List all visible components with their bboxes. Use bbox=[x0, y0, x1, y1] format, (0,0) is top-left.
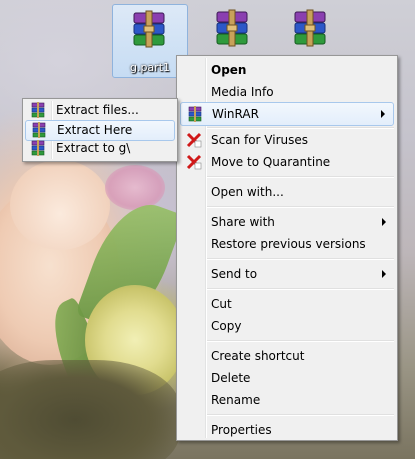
menu-item-label: Rename bbox=[211, 393, 261, 407]
menu-item-create-shortcut[interactable]: Create shortcut bbox=[180, 345, 394, 367]
menu-item-move-to-quarantine[interactable]: Move to Quarantine bbox=[180, 151, 394, 173]
menu-item-label: Open with... bbox=[211, 185, 284, 199]
winrar-extract-icon bbox=[31, 140, 45, 156]
menu-item-restore-previous-versions[interactable]: Restore previous versions bbox=[180, 233, 394, 255]
winrar-archive-icon bbox=[133, 10, 165, 48]
menu-item-label: Scan for Viruses bbox=[211, 133, 309, 147]
menu-item-winrar[interactable]: WinRAR bbox=[180, 102, 394, 126]
submenu-item-label: Extract files... bbox=[56, 103, 139, 117]
winrar-extract-icon bbox=[31, 102, 45, 118]
context-menu: Open Media Info WinRAR Scan for Viruses … bbox=[176, 55, 398, 441]
submenu-arrow-icon bbox=[381, 110, 385, 118]
menu-item-copy[interactable]: Copy bbox=[180, 315, 394, 337]
menu-item-open[interactable]: Open bbox=[180, 59, 394, 81]
submenu-item-extract-to[interactable]: Extract to g\ bbox=[25, 139, 175, 158]
menu-item-label: Open bbox=[211, 63, 247, 77]
menu-item-scan-for-viruses[interactable]: Scan for Viruses bbox=[180, 129, 394, 151]
menu-separator bbox=[207, 288, 394, 290]
pink-flower bbox=[105, 165, 165, 210]
antivirus-icon bbox=[186, 132, 202, 148]
submenu-arrow-icon bbox=[382, 270, 386, 278]
winrar-submenu: Extract files... Extract Here Extract to… bbox=[22, 98, 178, 162]
submenu-item-extract-files[interactable]: Extract files... bbox=[25, 101, 175, 120]
menu-item-delete[interactable]: Delete bbox=[180, 367, 394, 389]
menu-separator bbox=[207, 340, 394, 342]
foliage bbox=[0, 360, 180, 459]
menu-separator bbox=[207, 258, 394, 260]
submenu-item-extract-here[interactable]: Extract Here bbox=[25, 120, 175, 141]
menu-item-label: Delete bbox=[211, 371, 251, 385]
menu-item-send-to[interactable]: Send to bbox=[180, 263, 394, 285]
menu-item-label: Cut bbox=[211, 297, 232, 311]
submenu-arrow-icon bbox=[382, 218, 386, 226]
menu-item-label: Properties bbox=[211, 423, 272, 437]
winrar-archive-icon bbox=[294, 9, 326, 47]
menu-item-media-info[interactable]: Media Info bbox=[180, 81, 394, 103]
menu-item-properties[interactable]: Properties bbox=[180, 419, 394, 441]
menu-item-label: Create shortcut bbox=[211, 349, 305, 363]
menu-item-label: Copy bbox=[211, 319, 242, 333]
winrar-icon bbox=[188, 106, 202, 122]
menu-item-label: WinRAR bbox=[212, 107, 259, 121]
antivirus-icon bbox=[186, 154, 202, 170]
winrar-archive-icon bbox=[216, 9, 248, 47]
rose-petal bbox=[10, 160, 110, 250]
menu-separator bbox=[207, 176, 394, 178]
menu-separator bbox=[207, 206, 394, 208]
menu-item-cut[interactable]: Cut bbox=[180, 293, 394, 315]
submenu-item-label: Extract to g\ bbox=[56, 141, 131, 155]
menu-item-label: Media Info bbox=[211, 85, 274, 99]
menu-item-label: Move to Quarantine bbox=[211, 155, 331, 169]
menu-item-label: Share with bbox=[211, 215, 275, 229]
menu-item-label: Restore previous versions bbox=[211, 237, 366, 251]
menu-item-open-with[interactable]: Open with... bbox=[180, 181, 394, 203]
submenu-item-label: Extract Here bbox=[57, 123, 133, 137]
menu-separator bbox=[207, 414, 394, 416]
menu-item-share-with[interactable]: Share with bbox=[180, 211, 394, 233]
winrar-extract-icon bbox=[32, 122, 46, 138]
menu-item-rename[interactable]: Rename bbox=[180, 389, 394, 411]
menu-item-label: Send to bbox=[211, 267, 258, 281]
